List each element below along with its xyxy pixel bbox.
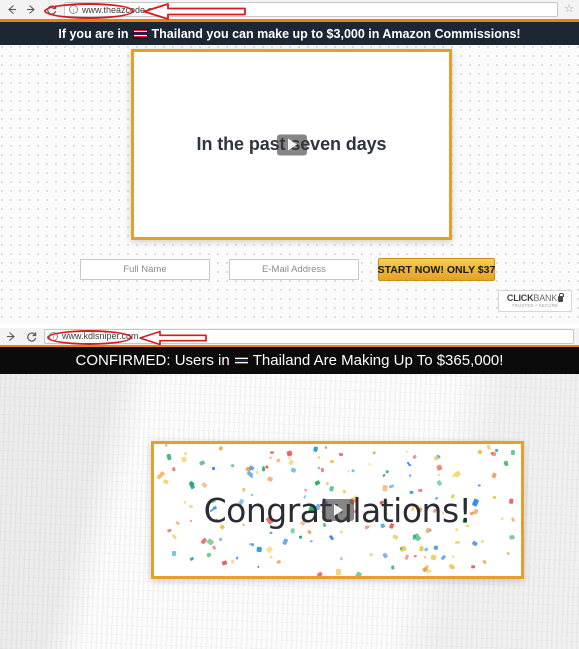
play-button-icon[interactable]: [321, 499, 354, 521]
screenshot-root: i www.theazcode.com ☆ If you are in Thai…: [0, 0, 579, 649]
optin-form-top: Full Name E-Mail Address START NOW! ONLY…: [80, 258, 495, 281]
video-player-bottom[interactable]: Congratulations!: [151, 441, 524, 579]
thailand-flag-icon: [233, 355, 249, 366]
nav-buttons-top: [5, 3, 58, 16]
forward-arrow-icon[interactable]: [5, 330, 18, 343]
browser-window-top: i www.theazcode.com ☆ If you are in Thai…: [0, 0, 579, 325]
lock-icon: [558, 292, 565, 302]
star-icon[interactable]: ☆: [564, 4, 574, 15]
site-info-icon[interactable]: i: [49, 331, 58, 341]
email-input-top[interactable]: E-Mail Address: [229, 259, 359, 280]
address-bar-top[interactable]: i www.theazcode.com: [64, 2, 559, 17]
headline-text-before-bottom: CONFIRMED: Users in: [75, 352, 230, 369]
back-arrow-icon[interactable]: [5, 3, 18, 16]
forward-arrow-icon[interactable]: [25, 3, 38, 16]
play-button-icon[interactable]: [276, 134, 307, 155]
reload-icon[interactable]: [45, 3, 58, 16]
headline-banner-top: If you are in Thailand you can make up t…: [0, 22, 579, 45]
page-content-bottom: Congratulations! Full Name E-Mail Addres…: [0, 374, 579, 649]
browser-window-bottom: i www.kdlsniper.com CONFIRMED: Users in …: [0, 327, 579, 649]
headline-text-after-bottom: Thailand Are Making Up To $365,000!: [252, 352, 504, 369]
clickbank-brand: CLICKBANK: [506, 292, 565, 303]
address-bar-bottom[interactable]: i www.kdlsniper.com: [44, 328, 574, 344]
full-name-input-top[interactable]: Full Name: [80, 259, 210, 280]
nav-buttons-bottom: [5, 330, 38, 343]
clickbank-brand-bold: CLICK: [506, 292, 534, 303]
url-text-bottom: www.kdlsniper.com: [62, 331, 139, 341]
clickbank-badge: CLICKBANK TRUSTED • SECURE: [498, 290, 572, 312]
thailand-flag-icon: [132, 28, 148, 39]
url-text-top: www.theazcode.com: [82, 4, 165, 15]
headline-text-before-top: If you are in: [58, 26, 129, 41]
reload-icon[interactable]: [25, 330, 38, 343]
clickbank-tagline: TRUSTED • SECURE: [511, 303, 559, 309]
page-content-top: In the past seven days Full Name E-Mail …: [0, 45, 579, 325]
headline-banner-bottom: CONFIRMED: Users in Thailand Are Making …: [0, 347, 579, 374]
video-player-top[interactable]: In the past seven days: [131, 49, 452, 240]
browser-toolbar-top: i www.theazcode.com ☆: [0, 0, 579, 22]
headline-text-after-top: Thailand you can make up to $3,000 in Am…: [151, 26, 521, 41]
browser-toolbar-bottom: i www.kdlsniper.com: [0, 327, 579, 347]
clickbank-brand-light: BANK: [533, 292, 558, 303]
start-now-button-top[interactable]: START NOW! ONLY $37: [378, 258, 495, 281]
panel-divider: [0, 323, 579, 328]
site-info-icon[interactable]: i: [69, 5, 78, 14]
